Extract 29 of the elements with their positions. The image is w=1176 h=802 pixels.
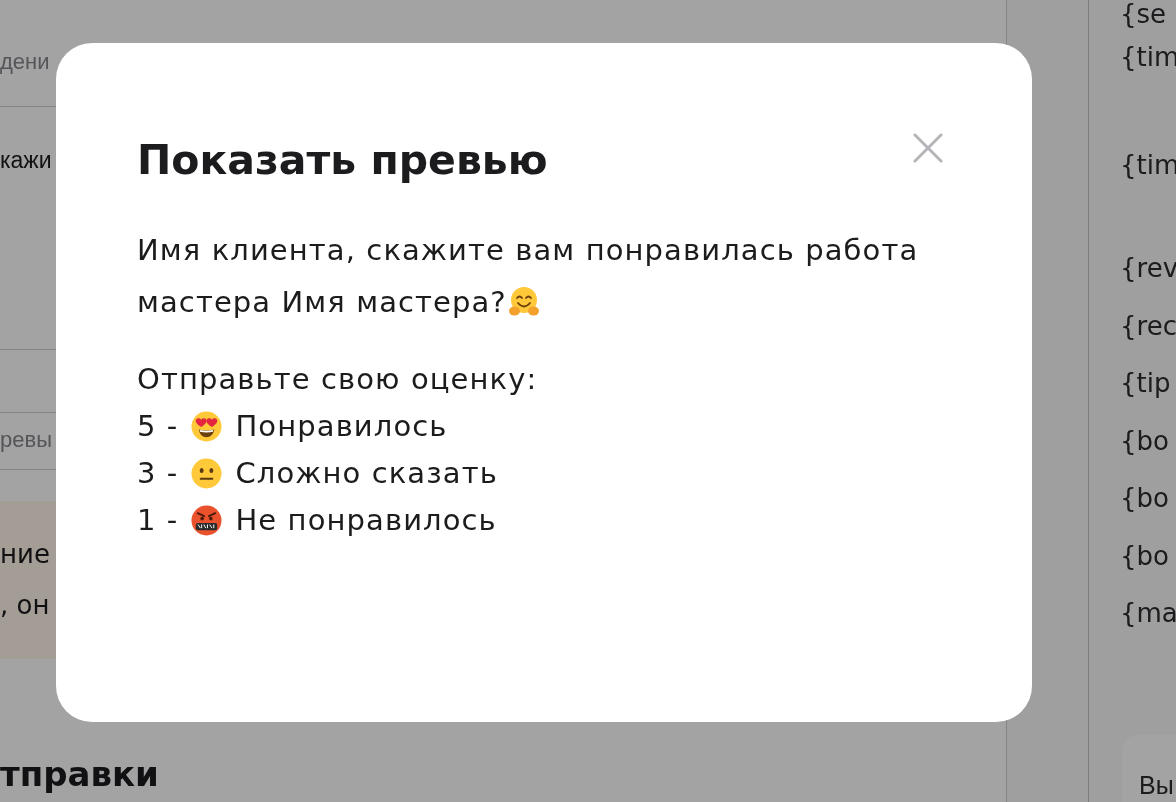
cursing-face-icon (191, 505, 223, 536)
rating-score: 1 - (137, 502, 179, 539)
rating-prompt: Отправьте свою оценку: (137, 361, 539, 398)
variable-text: {bo (1120, 539, 1169, 573)
variable-text: {tip (1120, 367, 1171, 400)
rating-score: 5 - (137, 408, 179, 445)
notice-text: ние (0, 538, 50, 571)
field-label: ревы (0, 427, 52, 452)
hugging-face-icon (507, 286, 540, 318)
message-text: Имя клиента, скажите вам понравилась работа (137, 232, 919, 269)
section-title: тправки (0, 754, 160, 794)
heart-eyes-face-icon (191, 411, 223, 442)
variable-text: {bo (1120, 424, 1169, 458)
notice-text: , он (0, 589, 50, 622)
rating-label: Понравилось (235, 408, 448, 445)
action-button[interactable]: Вы (1122, 734, 1176, 802)
dialog-title: Показать превью (137, 136, 548, 184)
neutral-face-icon (191, 458, 223, 489)
variable-text: {se (1120, 0, 1167, 29)
rating-label: Сложно сказать (235, 455, 498, 492)
message-preview-text: кажи (0, 147, 52, 173)
variable-text: {bo (1120, 482, 1169, 515)
message-text: мастера Имя мастера? (137, 284, 507, 321)
close-icon (913, 133, 943, 163)
variable-text: {ma (1120, 597, 1176, 630)
rating-score: 3 - (137, 455, 179, 492)
variable-text: {rec (1120, 309, 1176, 343)
rating-label: Не понравилось (235, 502, 497, 539)
section-label: дени (0, 49, 50, 74)
